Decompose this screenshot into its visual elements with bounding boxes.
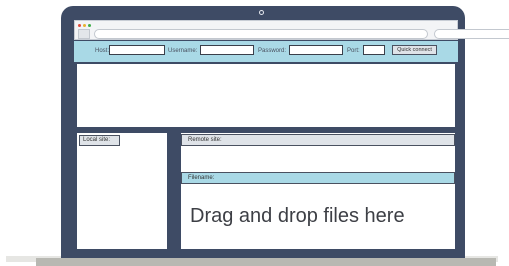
maximize-window-icon[interactable] xyxy=(88,24,91,27)
password-input[interactable] xyxy=(289,45,343,55)
host-label: Host: xyxy=(95,48,110,54)
password-label: Password: xyxy=(258,48,287,54)
remote-site-label: Remote site: xyxy=(181,134,455,146)
webcam-icon xyxy=(259,10,264,15)
local-site-label: Local site: xyxy=(79,135,120,146)
quick-connect-button[interactable]: Quick connect xyxy=(392,45,437,55)
laptop-base-shadow xyxy=(36,258,496,266)
remote-site-pane[interactable]: Remote site: Filename: Drag and drop fil… xyxy=(181,133,455,249)
drop-zone-message: Drag and drop files here xyxy=(190,205,405,227)
quick-connect-bar: Host: Username: Password: Port: Quick co… xyxy=(74,41,458,62)
message-log-pane xyxy=(77,64,455,127)
minimize-window-icon[interactable] xyxy=(83,24,86,27)
close-window-icon[interactable] xyxy=(78,24,81,27)
port-label: Port: xyxy=(347,48,360,54)
local-site-pane[interactable]: Local site: xyxy=(77,133,167,249)
browser-toolbar xyxy=(74,20,509,40)
username-input[interactable] xyxy=(200,45,254,55)
port-input[interactable] xyxy=(363,45,385,55)
filename-column-header[interactable]: Filename: xyxy=(181,172,455,184)
host-input[interactable] xyxy=(109,45,165,55)
browser-search-field[interactable] xyxy=(434,29,509,39)
address-bar[interactable] xyxy=(94,29,428,39)
browser-tab[interactable] xyxy=(78,29,90,39)
username-label: Username: xyxy=(168,48,198,54)
